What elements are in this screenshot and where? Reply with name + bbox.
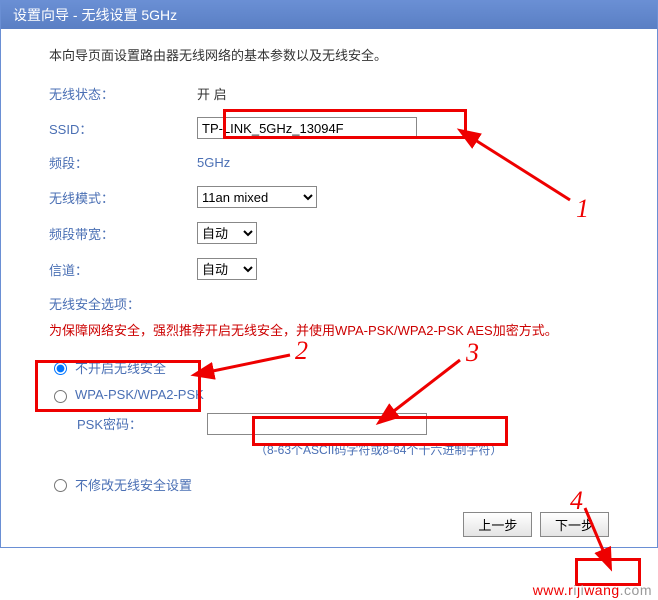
row-status: 无线状态： 开 启 (37, 84, 621, 103)
mode-select[interactable]: 11an mixed (197, 186, 317, 208)
bandwidth-select[interactable]: 自动 (197, 222, 257, 244)
row-channel: 信道： 自动 (37, 258, 621, 280)
band-label: 频段： (37, 153, 197, 172)
radio-none[interactable] (54, 362, 67, 375)
row-bandwidth: 频段带宽： 自动 (37, 222, 621, 244)
radio-row-none[interactable]: 不开启无线安全 (49, 358, 621, 377)
status-label: 无线状态： (37, 84, 197, 103)
band-value: 5GHz (197, 155, 230, 170)
watermark: www.rijiwang.com (533, 582, 652, 598)
psk-label: PSK密码： (77, 414, 207, 433)
ssid-input[interactable] (197, 117, 417, 139)
row-psk: PSK密码： (77, 413, 621, 435)
prev-button[interactable]: 上一步 (463, 512, 532, 537)
radio-nochange[interactable] (54, 479, 67, 492)
row-band: 频段： 5GHz (37, 153, 621, 172)
status-value: 开 启 (197, 84, 227, 103)
radio-nochange-label: 不修改无线安全设置 (75, 475, 192, 494)
content-area: 本向导页面设置路由器无线网络的基本参数以及无线安全。 无线状态： 开 启 SSI… (1, 29, 657, 547)
radio-row-nochange[interactable]: 不修改无线安全设置 (49, 475, 621, 494)
radio-wpa[interactable] (54, 390, 67, 403)
window-title: 设置向导 - 无线设置 5GHz (1, 1, 657, 29)
ssid-label: SSID： (37, 119, 197, 138)
security-warning: 为保障网络安全，强烈推荐开启无线安全，并使用WPA-PSK/WPA2-PSK A… (49, 321, 621, 342)
psk-hint: （8-63个ASCII码字符或8-64个十六进制字符） (255, 441, 621, 459)
button-row: 上一步 下一步 (37, 504, 621, 539)
channel-select[interactable]: 自动 (197, 258, 257, 280)
radio-row-wpa[interactable]: WPA-PSK/WPA2-PSK (49, 387, 621, 403)
radio-wpa-label: WPA-PSK/WPA2-PSK (75, 387, 204, 402)
row-ssid: SSID： (37, 117, 621, 139)
row-mode: 无线模式： 11an mixed (37, 186, 621, 208)
intro-text: 本向导页面设置路由器无线网络的基本参数以及无线安全。 (49, 45, 621, 64)
bandwidth-label: 频段带宽： (37, 224, 197, 243)
radio-none-label: 不开启无线安全 (75, 358, 166, 377)
mode-label: 无线模式： (37, 188, 197, 207)
psk-input[interactable] (207, 413, 427, 435)
next-button[interactable]: 下一步 (540, 512, 609, 537)
security-section-label: 无线安全选项： (49, 294, 621, 313)
channel-label: 信道： (37, 260, 197, 279)
